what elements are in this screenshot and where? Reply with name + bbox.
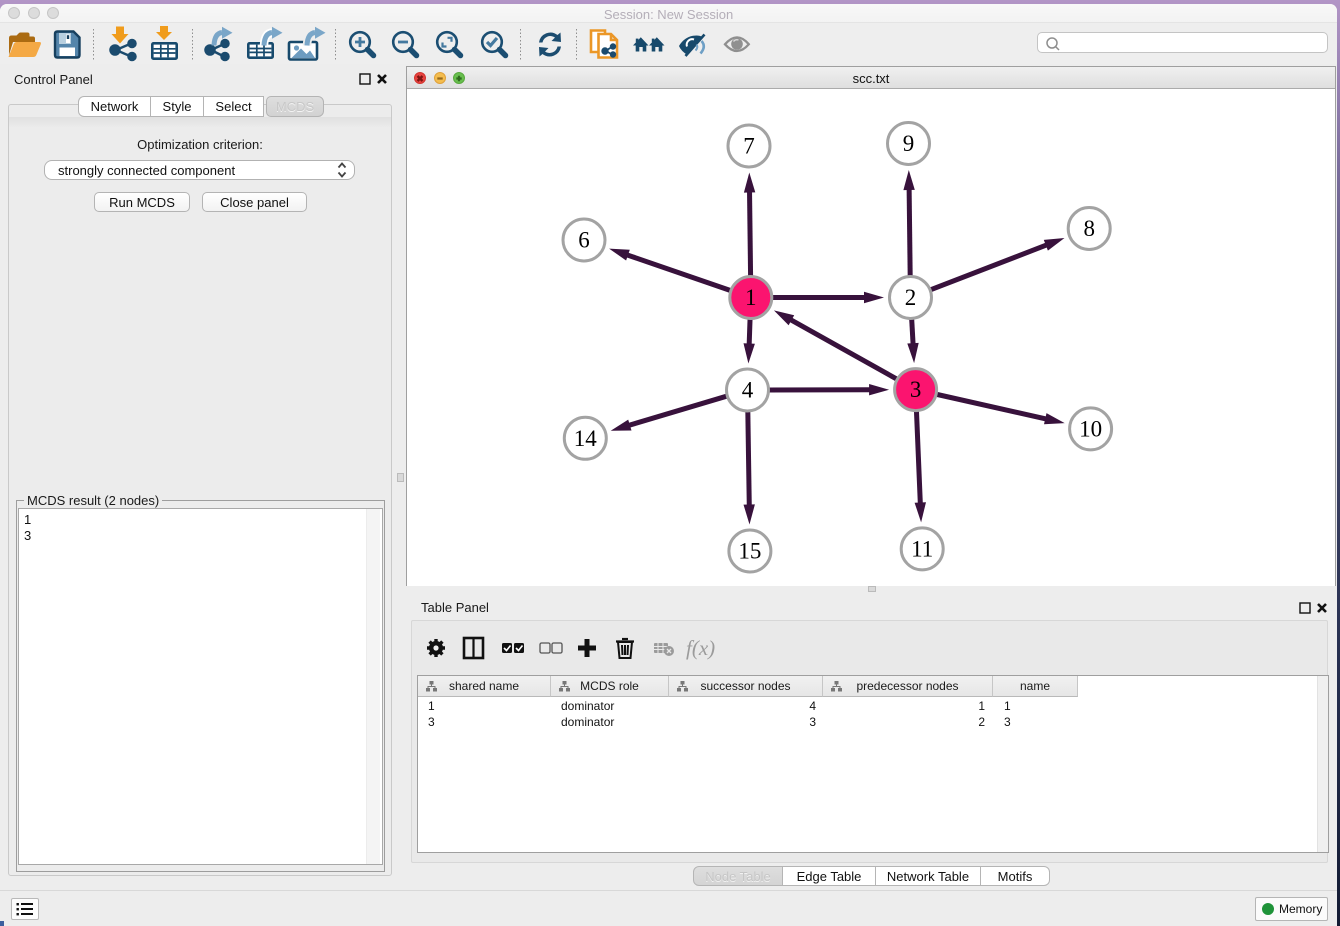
svg-text:2: 2 <box>905 285 917 310</box>
svg-text:14: 14 <box>574 426 598 451</box>
svg-text:3: 3 <box>910 377 922 402</box>
svg-text:10: 10 <box>1079 416 1102 441</box>
svg-text:7: 7 <box>743 134 755 159</box>
svg-text:6: 6 <box>578 228 590 253</box>
svg-text:1: 1 <box>745 285 757 310</box>
svg-text:11: 11 <box>911 536 933 561</box>
svg-text:9: 9 <box>903 131 915 156</box>
svg-text:4: 4 <box>742 378 754 403</box>
svg-text:f(x): f(x) <box>686 636 715 660</box>
svg-text:15: 15 <box>738 539 761 564</box>
svg-text:8: 8 <box>1083 216 1095 241</box>
